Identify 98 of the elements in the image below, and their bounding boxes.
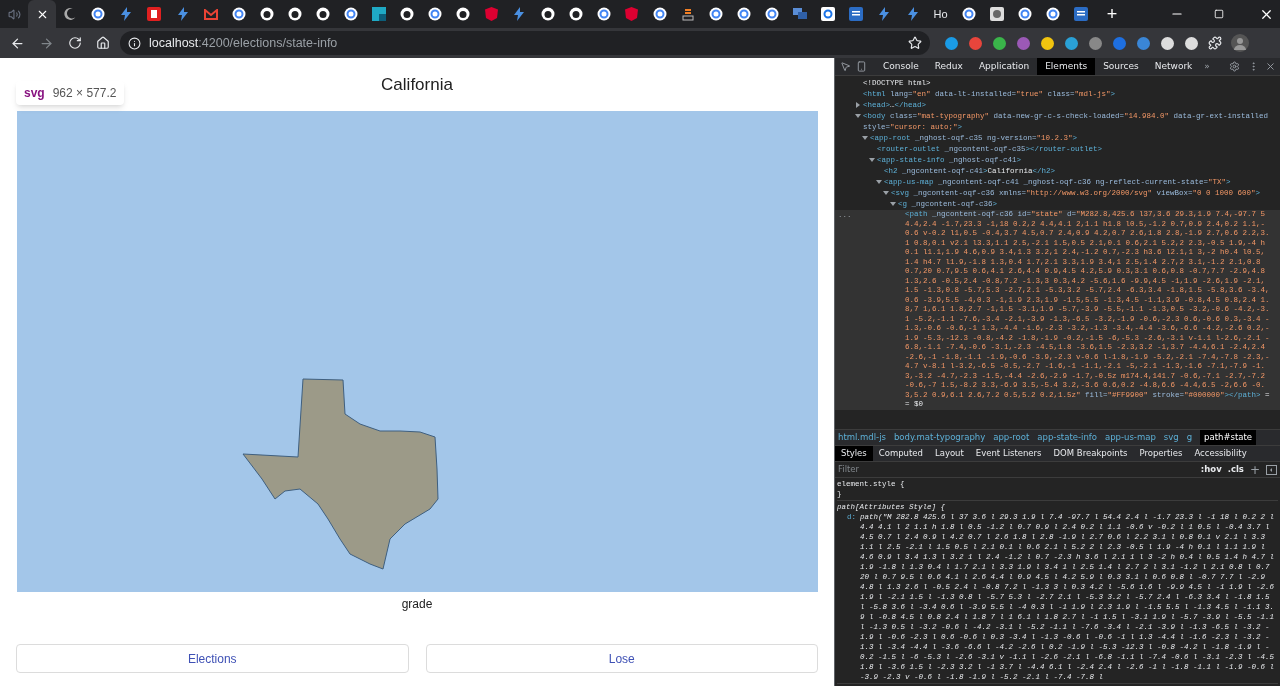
image-icon [989,7,1004,21]
expanded-triangle-icon[interactable] [855,113,861,119]
breadcrumb[interactable]: app-state-info [1037,431,1097,444]
inspect-icon[interactable] [840,61,851,72]
site-icon [1017,7,1032,21]
lightning-icon [878,7,891,21]
new-tab-button[interactable]: + [1099,5,1125,23]
site-icon [709,7,723,21]
browser-tab[interactable]: Ho [926,0,955,28]
action-button[interactable]: Elections [16,644,409,673]
collapsed-triangle-icon[interactable] [855,102,861,108]
sidebar-toggle-icon[interactable] [1266,464,1277,475]
breadcrumb[interactable]: app-root [993,431,1030,444]
breadcrumb[interactable]: g [1186,431,1193,444]
shield-icon [625,7,639,21]
speaker-icon [7,7,21,21]
expanded-triangle-icon[interactable] [876,179,882,185]
site-icon [961,7,976,21]
device-icon[interactable] [856,61,867,72]
lightning-icon [906,7,919,21]
devtools-tab[interactable]: Network [1146,58,1201,75]
site-icon [287,7,302,21]
reload-icon[interactable] [68,36,82,50]
extension-icon[interactable] [944,35,959,51]
breadcrumb[interactable]: svg [1163,431,1179,444]
site-icon [456,7,471,21]
expanded-triangle-icon[interactable] [883,190,889,196]
bookmark-star-icon[interactable] [908,36,922,50]
document-icon [1074,7,1088,21]
more-tabs-button[interactable]: » [1200,59,1214,74]
styles-tab[interactable]: Event Listeners [969,446,1048,461]
styles-tab[interactable]: Computed [872,446,929,461]
styles-tab[interactable]: Styles [835,446,873,461]
site-icon [1045,7,1060,21]
site-icon [737,7,752,21]
site-icon [568,7,583,21]
class-button[interactable]: .cls [1227,463,1244,476]
lightning-icon [176,7,189,21]
restore-icon[interactable] [1214,9,1224,19]
site-icon [147,7,162,21]
extension-icon[interactable] [1040,35,1055,51]
breadcrumb[interactable]: body.mat-typography [893,431,986,444]
extensions-icon[interactable] [1208,36,1222,50]
home-icon[interactable] [96,36,110,50]
site-icon [91,7,106,21]
site-icon [372,7,387,21]
url-text: localhost:4200/elections/state-info [149,34,338,52]
info-icon [128,36,141,50]
site-icon [400,7,415,21]
page-title: California [381,74,453,96]
site-icon [343,7,358,21]
site-icon [765,7,780,21]
extension-icon[interactable] [1184,35,1199,51]
devtools-tab[interactable]: Elements [1037,58,1096,75]
styles-tab[interactable]: Accessibility [1188,446,1253,461]
site-icon [596,7,611,21]
expanded-triangle-icon[interactable] [869,157,875,163]
extension-icon[interactable] [1160,35,1175,51]
styles-tab[interactable]: DOM Breakpoints [1047,446,1134,461]
devtools-tab[interactable]: Console [875,58,927,75]
shield-icon [484,7,498,21]
expanded-triangle-icon[interactable] [862,135,868,141]
hover-state-button[interactable]: :hov [1200,463,1222,476]
chat-icon [793,7,808,21]
new-rule-button[interactable]: + [1249,463,1260,476]
devtools-tab[interactable]: Sources [1095,58,1147,75]
styles-tab[interactable]: Properties [1133,446,1189,461]
breadcrumb[interactable]: path#state [1200,430,1257,445]
devtools-tab[interactable]: Redux [926,58,971,75]
styles-tab[interactable]: Layout [928,446,970,461]
site-icon [652,7,667,21]
site-icon [231,7,246,21]
devtools-tab[interactable]: Application [970,58,1038,75]
site-icon [428,7,443,21]
browser-tab[interactable] [28,0,57,28]
site-icon [315,7,330,21]
expanded-triangle-icon[interactable] [890,201,896,207]
envelope-icon [203,8,218,20]
site-icon [259,7,274,21]
avatar-icon[interactable] [1231,34,1249,52]
breadcrumb[interactable]: html.mdl-js [838,431,886,444]
lightning-icon [513,7,526,21]
forward-icon[interactable] [39,35,54,51]
stack-icon [680,7,695,21]
site-icon [540,7,555,21]
document-icon [849,7,864,21]
settings-icon[interactable] [1229,61,1240,72]
extension-icon[interactable] [1064,35,1079,51]
inspect-tooltip: svg 962 × 577.2 [16,81,125,105]
action-button[interactable]: Lose [425,644,818,673]
address-field[interactable]: localhost:4200/elections/state-info [120,31,930,55]
site-icon [821,7,836,21]
lightning-icon [120,7,133,21]
back-icon[interactable] [10,35,25,51]
extension-icon[interactable] [992,35,1007,51]
breadcrumb[interactable]: app-us-map [1104,431,1156,444]
map-caption: grade [401,596,433,613]
filter-field[interactable]: Filter [838,463,1195,476]
